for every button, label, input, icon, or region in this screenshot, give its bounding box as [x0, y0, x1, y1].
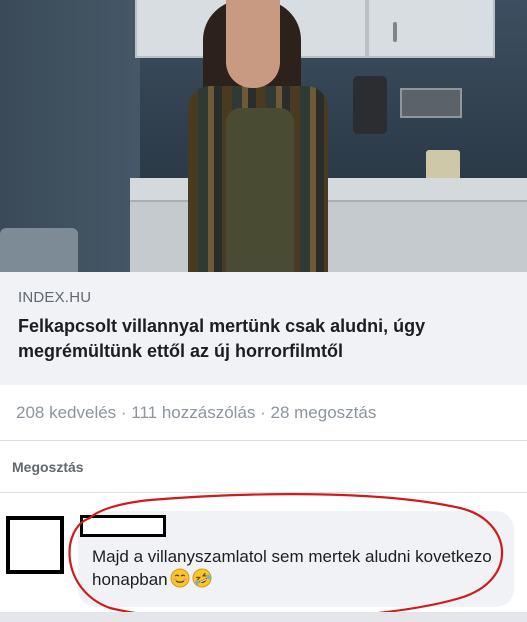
photo-dispenser: [353, 76, 387, 134]
divider: [0, 492, 527, 493]
photo-person-face: [226, 0, 280, 88]
rolling-laughing-emoji: [192, 568, 212, 594]
photo-box: [400, 88, 462, 118]
photo-bin: [0, 228, 78, 272]
link-domain: INDEX.HU: [18, 289, 92, 306]
link-preview-card[interactable]: INDEX.HU Felkapcsolt villannyal mertünk …: [0, 272, 527, 385]
comment-body: Majd a villanyszamlatol sem mertek aludn…: [92, 547, 492, 589]
divider: [0, 440, 527, 441]
post-stats[interactable]: 208 kedvelés · 111 hozzászólás · 28 mego…: [16, 403, 376, 423]
avatar[interactable]: [6, 516, 64, 574]
link-title[interactable]: Felkapcsolt villannyal mertünk csak alud…: [18, 314, 511, 364]
relieved-face-emoji: [170, 568, 190, 594]
bottom-bar: [0, 612, 527, 622]
shares-section-label: Megosztás: [12, 459, 84, 475]
photo-cabinet: [367, 0, 495, 58]
comment-text: Majd a villanyszamlatol sem mertek aludn…: [92, 545, 502, 594]
redacted-name: [80, 515, 166, 537]
photo-person-tshirt: [226, 108, 294, 272]
photo-jar: [426, 150, 460, 180]
post-image[interactable]: [0, 0, 527, 272]
